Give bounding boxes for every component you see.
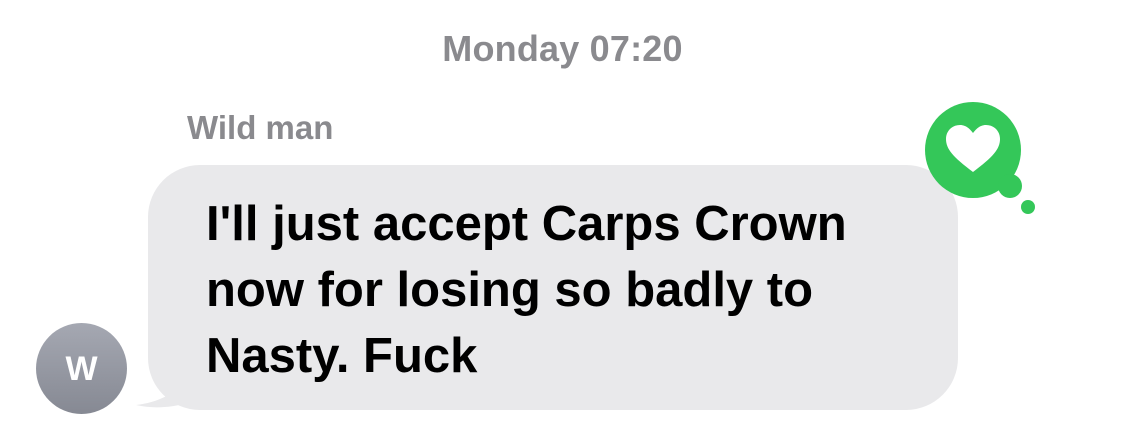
heart-reaction-badge[interactable] xyxy=(918,100,1038,220)
avatar-initial: W xyxy=(65,349,98,388)
sender-avatar[interactable]: W xyxy=(36,323,127,414)
bubble-body: I'll just accept Carps Crown now for los… xyxy=(148,165,958,410)
conversation-timestamp: Monday 07:20 xyxy=(442,28,683,69)
message-thread: Monday 07:20 Wild man W I'll just accept… xyxy=(0,0,1125,442)
message-text: I'll just accept Carps Crown now for los… xyxy=(206,197,847,383)
message-bubble[interactable]: I'll just accept Carps Crown now for los… xyxy=(128,165,958,410)
sender-name: Wild man xyxy=(187,109,334,146)
